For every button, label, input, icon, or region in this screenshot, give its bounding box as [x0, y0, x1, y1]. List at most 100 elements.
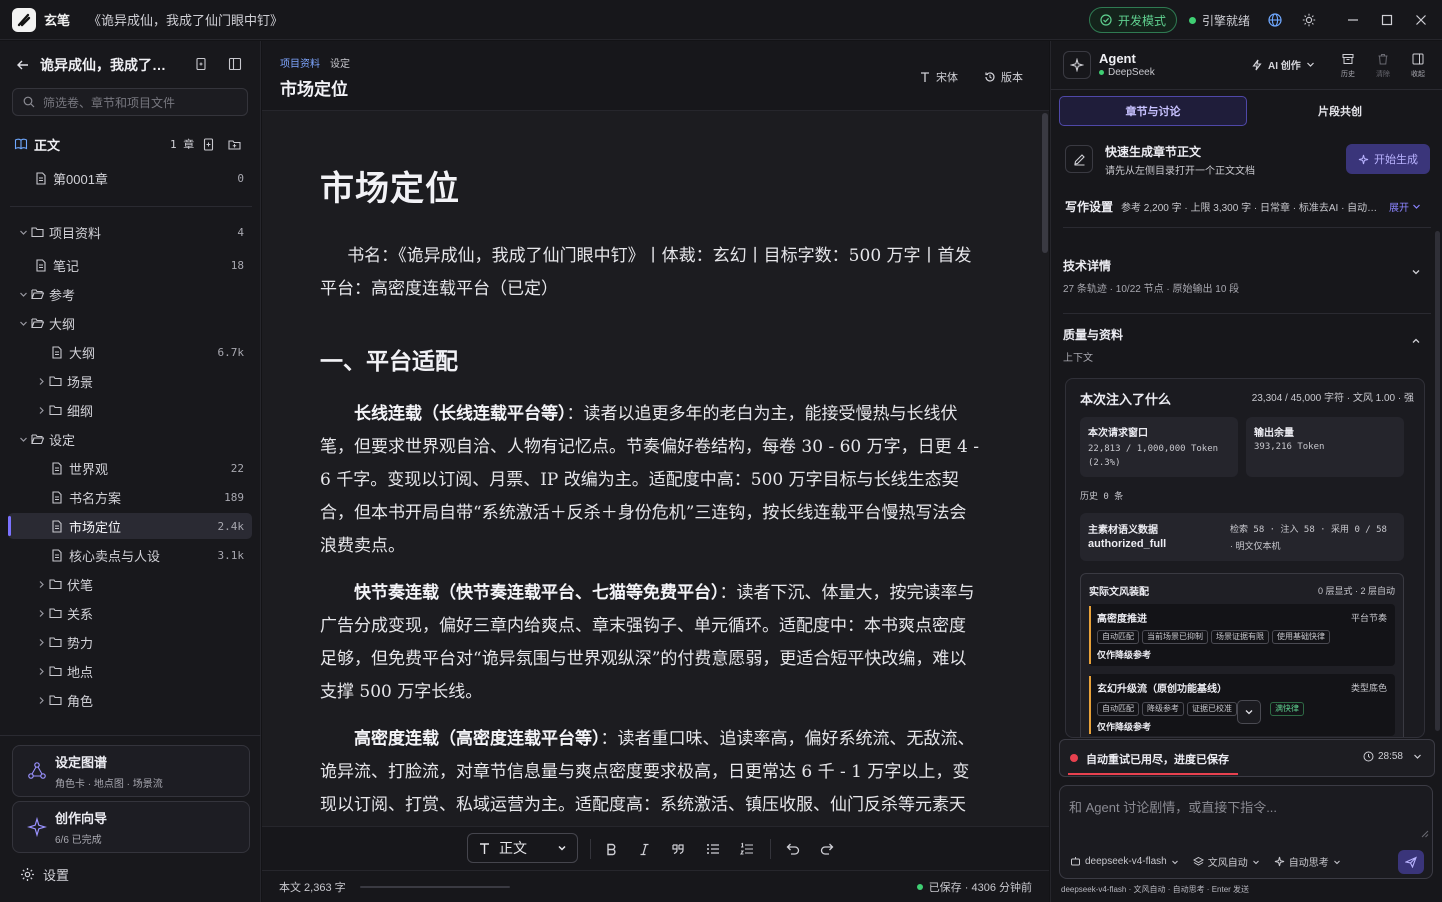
tab-fragment-cocreate[interactable]: 片段共创 [1247, 96, 1433, 126]
undo-icon[interactable] [779, 835, 807, 863]
breadcrumb-project[interactable]: 项目资料 [280, 55, 320, 70]
tree-item-label: 第0001章 [53, 171, 108, 187]
chevron-down-icon[interactable] [16, 225, 30, 239]
chevron-down-icon[interactable] [16, 432, 30, 446]
tech-details-section[interactable]: 技术详情 27 条轨迹 · 10/22 节点 · 原始输出 10 段 [1063, 257, 1435, 295]
bullet-list-icon[interactable] [699, 835, 727, 863]
writing-guide-card[interactable]: 创作向导 6/6 已完成 [12, 801, 250, 853]
dev-mode-toggle[interactable]: 开发模式 [1088, 7, 1177, 33]
numbered-list-icon[interactable] [733, 835, 761, 863]
tree-item[interactable]: 参考 [8, 281, 252, 307]
tree-item[interactable]: 市场定位 2.4k [8, 513, 252, 539]
tree-item[interactable]: 地点 [8, 658, 252, 684]
tree-item[interactable]: 第0001章 0 [8, 165, 252, 191]
book-icon [14, 137, 28, 151]
thinking-select[interactable]: 自动思考 [1274, 854, 1341, 869]
panel-scrollbar[interactable] [1435, 231, 1440, 731]
tree-item[interactable]: 大纲 [8, 310, 252, 336]
globe-icon[interactable] [1258, 0, 1292, 40]
divider [1051, 89, 1442, 90]
agent-input[interactable]: 和 Agent 讨论剧情，或直接下指令... deepseek-v4-flash… [1059, 785, 1433, 879]
back-arrow-icon[interactable] [16, 58, 30, 72]
maximize-icon[interactable] [1370, 0, 1404, 40]
bold-icon[interactable] [597, 835, 625, 863]
scroll-down-button[interactable] [1237, 700, 1261, 724]
send-button[interactable] [1398, 850, 1424, 874]
tab-chapter-discussion[interactable]: 章节与讨论 [1059, 96, 1247, 126]
tree-item[interactable]: 核心卖点与人设 3.1k [8, 542, 252, 568]
tree-item-label: 关系 [67, 606, 94, 622]
close-icon[interactable] [1404, 0, 1438, 40]
breadcrumb-setting[interactable]: 设定 [330, 55, 350, 70]
document-icon [50, 461, 64, 475]
quality-section[interactable]: 质量与资料 上下文 [1063, 326, 1435, 364]
quality-sub: 上下文 [1063, 353, 1093, 364]
expand-button[interactable]: 展开 [1389, 199, 1421, 214]
chevron-down-icon[interactable] [16, 316, 30, 330]
main-text-section[interactable]: 正文 1 章 [14, 131, 252, 157]
tree-item-label: 角色 [67, 693, 94, 709]
chevron-right-icon[interactable] [34, 606, 48, 620]
collapse-button[interactable]: 收起 [1408, 53, 1428, 79]
minimize-icon[interactable] [1336, 0, 1370, 40]
tree-item[interactable]: 书名方案 189 [8, 484, 252, 510]
retry-status-banner[interactable]: 自动重试已用尽，进度已保存 28:58 [1059, 739, 1435, 777]
tree-item[interactable]: 设定 [8, 426, 252, 452]
chevron-down-icon[interactable] [16, 287, 30, 301]
tree-item[interactable]: 世界观 22 [8, 455, 252, 481]
tree-item[interactable]: 势力 [8, 629, 252, 655]
chevron-right-icon[interactable] [34, 635, 48, 649]
save-status-label: 已保存 · 4306 分钟前 [928, 881, 1032, 894]
italic-icon[interactable] [630, 835, 658, 863]
scrollbar-thumb[interactable] [1042, 113, 1048, 253]
document-editor[interactable]: 市场定位 书名：《诡异成仙，我成了仙门眼中钉》丨体裁：玄幻丨目标字数：500 万… [262, 111, 1049, 826]
engine-status-label: 引擎就绪 [1201, 13, 1250, 28]
agent-name: Agent [1099, 51, 1136, 66]
setting-map-sub: 角色卡 · 地点图 · 场景流 [55, 779, 163, 790]
history-button[interactable]: 历史 [1338, 53, 1358, 79]
font-button-label: 宋体 [936, 72, 958, 84]
style-item[interactable]: 高密度推进 平台节奏 自动匹配 当前场景已抑制 场景证据有限 使用基础快律 仅作降级参… [1089, 604, 1395, 666]
theme-sun-icon[interactable] [1292, 0, 1326, 40]
document-icon [50, 490, 64, 504]
chevron-right-icon[interactable] [34, 577, 48, 591]
setting-map-card[interactable]: 设定图谱 角色卡 · 地点图 · 场景流 [12, 745, 250, 797]
tree-filter-input[interactable]: 筛选卷、章节和项目文件 [12, 88, 248, 116]
panel-toggle-icon[interactable] [228, 57, 242, 71]
quote-icon[interactable] [664, 835, 692, 863]
format-toolbar: 正文 [262, 826, 1049, 870]
tree-item[interactable]: 细纲 [8, 397, 252, 423]
chevron-right-icon[interactable] [34, 664, 48, 678]
start-generate-button[interactable]: 开始生成 [1346, 144, 1430, 174]
version-button[interactable]: 版本 [984, 69, 1023, 85]
redo-icon[interactable] [813, 835, 841, 863]
model-select[interactable]: deepseek-v4-flash [1070, 856, 1179, 867]
ai-create-dropdown[interactable]: AI 创作 [1251, 57, 1315, 72]
font-button[interactable]: 宋体 [919, 69, 958, 85]
chevron-right-icon[interactable] [34, 403, 48, 417]
tree-item[interactable]: 项目资料 4 [8, 219, 252, 245]
save-status: 已保存 · 4306 分钟前 [916, 879, 1032, 895]
style-select[interactable]: 文风自动 [1192, 854, 1260, 869]
tree-item[interactable]: 角色 [8, 687, 252, 713]
new-chapter-icon[interactable] [202, 137, 215, 151]
clear-button[interactable]: 清除 [1373, 53, 1393, 79]
write-settings-row: 写作设置 参考 2,200 字 · 上限 3,300 字 · 日常章 · 标准去… [1065, 198, 1429, 215]
chevron-right-icon[interactable] [34, 693, 48, 707]
tree-item[interactable]: 笔记 18 [8, 252, 252, 278]
tree-item[interactable]: 关系 [8, 600, 252, 626]
settings-button[interactable]: 设置 [20, 865, 69, 884]
document-icon [50, 519, 64, 533]
tree-item[interactable]: 伏笔 [8, 571, 252, 597]
app-logo-icon [12, 7, 36, 32]
resize-handle-icon[interactable] [1421, 830, 1429, 838]
editor-scrollbar[interactable] [1041, 111, 1049, 826]
new-folder-icon[interactable] [228, 138, 241, 151]
paragraph-format-select[interactable]: 正文 [467, 833, 578, 863]
chevron-right-icon[interactable] [34, 374, 48, 388]
chevron-up-icon [1411, 336, 1421, 346]
tree-item[interactable]: 大纲 6.7k [8, 339, 252, 365]
tree-item[interactable]: 场景 [8, 368, 252, 394]
sync-icon[interactable] [194, 57, 208, 71]
document-content[interactable]: 市场定位 书名：《诡异成仙，我成了仙门眼中钉》丨体裁：玄幻丨目标字数：500 万… [320, 161, 980, 826]
